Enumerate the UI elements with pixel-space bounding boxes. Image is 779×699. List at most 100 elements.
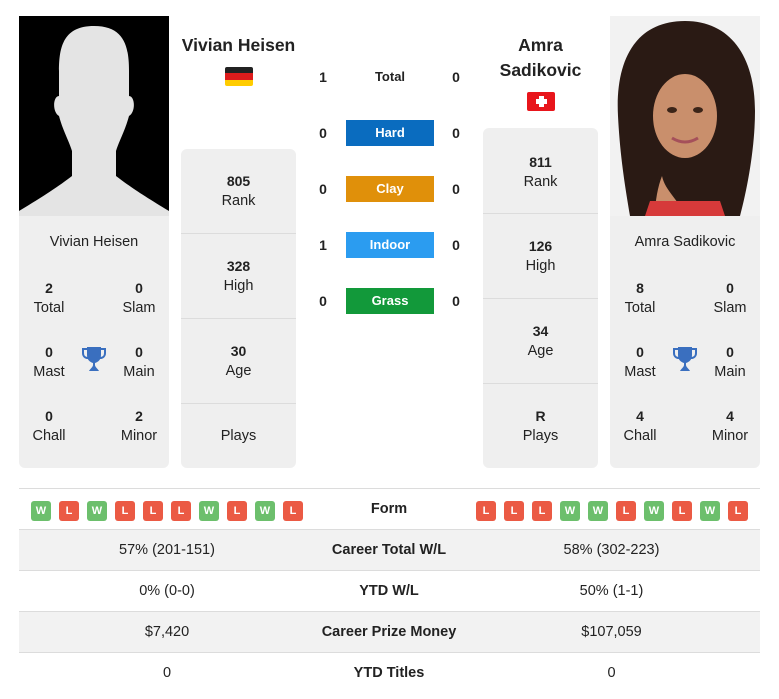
divider [483,383,598,384]
player-photo-icon [610,16,760,216]
ytd-wl-label: YTD W/L [359,583,419,599]
titles-minor: 4 Minor [711,408,749,444]
h2h-total-left: 1 [319,69,327,85]
titles-main: 0 Main [714,344,746,380]
stat-rank: 811 Rank [523,154,558,190]
titles-total: 8 Total [624,280,656,316]
player-right-stats-panel: 811 Rank 126 High 34 Age R Plays [483,128,598,468]
player-right-card-name: Amra Sadikovic [634,234,736,250]
form-loss-badge[interactable]: L [532,501,552,521]
h2h-right-value: 0 [452,237,460,253]
titles-chall: 4 Chall [623,408,657,444]
form-win-badge[interactable]: W [588,501,608,521]
h2h-right-value: 0 [452,293,460,309]
player-right-photo [610,16,760,216]
stat-plays: R Plays [522,408,559,444]
form-win-badge[interactable]: W [255,501,275,521]
divider [181,318,296,319]
divider [483,298,598,299]
stat-high: 126 High [525,238,556,274]
h2h-total-label: Total [374,69,406,84]
ytd-wl-right: 50% (1-1) [579,583,644,599]
h2h-total-row: 1 Total 0 [300,64,480,90]
player-right-titles-card: Amra Sadikovic 8 Total 0 Slam 0 Mast 0 Main … [610,216,760,468]
trophy-icon [673,346,697,372]
form-win-badge[interactable]: W [700,501,720,521]
career-wl-label: Career Total W/L [331,542,447,558]
silhouette-icon [19,26,169,216]
h2h-total-right: 0 [452,69,460,85]
stat-rank: 805 Rank [221,173,256,209]
ytd-titles-right: 0 [607,665,616,681]
form-win-badge[interactable]: W [644,501,664,521]
player-right-form: LLLWWLWLWL [476,501,748,521]
player-right-name-first: Amra [518,35,563,55]
ytd-titles-label: YTD Titles [353,665,425,681]
surface-indoor-badge[interactable]: Indoor [346,232,434,258]
player-left-photo [19,16,169,216]
h2h-left-value: 0 [319,293,327,309]
player-right-name-last: Sadikovic [499,60,582,80]
titles-total: 2 Total [33,280,65,316]
titles-chall: 0 Chall [32,408,66,444]
h2h-surface-row: 1 Indoor 0 [300,232,480,258]
player-left-card-name: Vivian Heisen [49,234,139,250]
surface-grass-badge[interactable]: Grass [346,288,434,314]
table-row-prize-money: $7,420 Career Prize Money $107,059 [19,611,760,652]
titles-slam: 0 Slam [122,280,156,316]
form-loss-badge[interactable]: L [59,501,79,521]
player-right-name[interactable]: Amra Sadikovic [478,33,603,83]
h2h-surface-row: 0 Clay 0 [300,176,480,202]
h2h-surface-row: 0 Grass 0 [300,288,480,314]
form-loss-badge[interactable]: L [672,501,692,521]
prize-money-label: Career Prize Money [321,624,457,640]
career-wl-left: 57% (201-151) [119,542,215,558]
surface-clay-badge[interactable]: Clay [346,176,434,202]
h2h-left-value: 1 [319,237,327,253]
h2h-right-value: 0 [452,125,460,141]
divider [483,213,598,214]
stat-plays: Plays [220,428,257,444]
titles-main: 0 Main [123,344,155,380]
career-wl-right: 58% (302-223) [563,542,660,558]
h2h-right-value: 0 [452,181,460,197]
form-loss-badge[interactable]: L [283,501,303,521]
h2h-left-value: 0 [319,181,327,197]
form-loss-badge[interactable]: L [504,501,524,521]
stat-high: 328 High [223,258,254,294]
form-loss-badge[interactable]: L [728,501,748,521]
form-win-badge[interactable]: W [31,501,51,521]
form-loss-badge[interactable]: L [171,501,191,521]
form-loss-badge[interactable]: L [616,501,636,521]
form-win-badge[interactable]: W [199,501,219,521]
table-row-ytd-titles: 0 YTD Titles 0 [19,652,760,693]
comparison-table: WLWLLLWLWL Form LLLWWLWLWL 57% (201-151)… [19,488,760,693]
ytd-wl-left: 0% (0-0) [139,583,195,599]
titles-mast: 0 Mast [624,344,656,380]
form-win-badge[interactable]: W [87,501,107,521]
titles-slam: 0 Slam [713,280,747,316]
form-loss-badge[interactable]: L [143,501,163,521]
h2h-surface-row: 0 Hard 0 [300,120,480,146]
form-label: Form [370,501,408,517]
form-loss-badge[interactable]: L [227,501,247,521]
player-left-stats-panel: 805 Rank 328 High 30 Age Plays [181,149,296,468]
form-win-badge[interactable]: W [560,501,580,521]
stat-age: 34 Age [527,323,554,359]
player-left-name[interactable]: Vivian Heisen [176,33,301,58]
table-row-career-wl: 57% (201-151) Career Total W/L 58% (302-… [19,529,760,570]
player-left-titles-card: Vivian Heisen 2 Total 0 Slam 0 Mast 0 Main 0… [19,216,169,468]
h2h-left-value: 0 [319,125,327,141]
form-loss-badge[interactable]: L [115,501,135,521]
titles-minor: 2 Minor [120,408,158,444]
surface-hard-badge[interactable]: Hard [346,120,434,146]
trophy-icon [82,346,106,372]
divider [181,403,296,404]
table-row-ytd-wl: 0% (0-0) YTD W/L 50% (1-1) [19,570,760,611]
flag-switzerland-icon [527,92,555,111]
form-loss-badge[interactable]: L [476,501,496,521]
divider [181,233,296,234]
flag-germany-icon [225,67,253,86]
player-left-form: WLWLLLWLWL [31,501,303,521]
ytd-titles-left: 0 [162,665,172,681]
